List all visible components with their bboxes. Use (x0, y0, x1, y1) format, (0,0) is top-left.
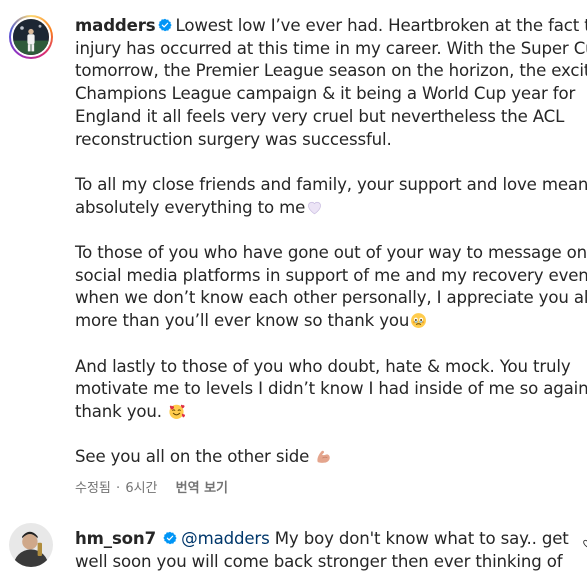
caption-line: reconstruction surgery was successful. (75, 129, 587, 152)
post-username[interactable]: madders (75, 16, 156, 35)
flexed-biceps-emoji-icon (317, 451, 331, 464)
comment-mention-link[interactable]: @madders (181, 529, 270, 548)
caption-line: more than you’ll ever know so thank you (75, 310, 587, 333)
caption-line-text: England it all feels very very cruel but… (75, 106, 565, 126)
caption-line: See you all on the other side (75, 446, 587, 469)
smiling-face-with-hearts-emoji-icon (169, 404, 185, 419)
post-meta: 수정됨 · 6시간 번역 보기 (75, 477, 228, 496)
like-comment-heart-icon[interactable] (582, 536, 587, 550)
caption-line-text: To those of you who have gone out of you… (75, 243, 587, 262)
caption-line-text: thank you. (75, 401, 167, 421)
caption-line: social media platforms in support of me … (75, 265, 587, 288)
comment-body-line-2: well soon you will come back stronger th… (75, 551, 563, 571)
caption-text: madders Lowest low I’ve ever had. Heartbr… (75, 15, 587, 469)
avatar-hm-son7[interactable] (9, 523, 53, 567)
caption-line-text: when we don’t know each other personally… (75, 288, 587, 308)
caption-line-text: social media platforms in support of me … (75, 265, 587, 285)
edited-label: 수정됨 (75, 481, 111, 496)
caption-line: madders Lowest low I’ve ever had. Heartbr… (75, 15, 587, 38)
caption-line-text: See you all on the other side (75, 447, 315, 467)
time-ago[interactable]: 6시간 (125, 481, 157, 496)
caption-line: absolutely everything to me (75, 197, 587, 220)
caption-line: England it all feels very very cruel but… (75, 106, 587, 129)
caption-line-text: more than you’ll ever know so thank you (75, 311, 410, 331)
see-translation-button[interactable]: 번역 보기 (176, 481, 228, 496)
caption-line: And lastly to those of you who doubt, ha… (75, 356, 587, 379)
holding-back-tears-emoji-icon (411, 313, 427, 329)
caption-line-text: injury has occurred at this time in my c… (75, 38, 587, 58)
avatar-madders[interactable] (9, 15, 53, 59)
caption-line: thank you. (75, 401, 587, 424)
caption-line-text: To all my close friends and family, your… (75, 174, 587, 194)
avatar-photo (9, 523, 53, 567)
verified-badge-icon (163, 531, 177, 545)
caption-line: To those of you who have gone out of you… (75, 242, 587, 265)
caption-line-text: Lowest low I’ve ever had. Heartbroken at… (175, 16, 587, 35)
caption-line: when we don’t know each other personally… (75, 287, 587, 310)
caption-line-text: And lastly to those of you who doubt, ha… (75, 356, 571, 376)
caption-line-text: Champions League campaign & it being a W… (75, 84, 576, 104)
white-heart-emoji-icon (308, 201, 322, 214)
caption-line: injury has occurred at this time in my c… (75, 38, 587, 61)
caption-line: To all my close friends and family, your… (75, 174, 587, 197)
meta-separator: · (116, 481, 121, 496)
caption-line: tomorrow, the Premier League season on t… (75, 60, 587, 83)
comment-text: hm_son7 @madders My boy don't know what … (75, 528, 587, 573)
caption-line-text: reconstruction surgery was successful. (75, 129, 392, 149)
caption-line: motivate me to levels I didn’t know I ha… (75, 378, 587, 401)
caption-line-text: absolutely everything to me (75, 197, 306, 217)
avatar-photo (13, 19, 49, 55)
caption-line: Champions League campaign & it being a W… (75, 83, 587, 106)
caption-line-text: tomorrow, the Premier League season on t… (75, 61, 587, 81)
comment-username[interactable]: hm_son7 (75, 529, 156, 548)
verified-badge-icon (157, 18, 172, 32)
caption-line-text: motivate me to levels I didn’t know I ha… (75, 379, 587, 399)
comment-body-line-1: My boy don't know what to say.. get (269, 529, 569, 548)
